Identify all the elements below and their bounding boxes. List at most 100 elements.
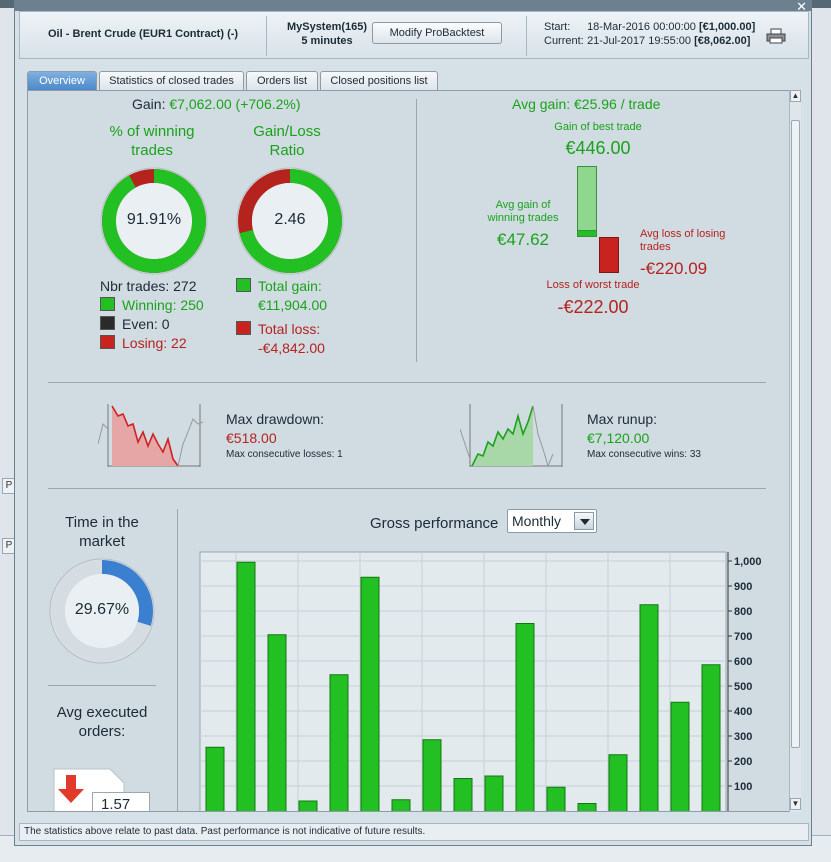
background-right-panel — [812, 8, 831, 862]
vertical-divider — [416, 99, 417, 362]
performance-bar — [453, 778, 473, 811]
vertical-divider — [177, 509, 178, 811]
performance-bar — [670, 701, 690, 811]
drawdown-sparkline — [98, 404, 204, 467]
vertical-scrollbar[interactable]: ▲ ▼ — [789, 90, 801, 812]
y-tick-label: 400 — [734, 706, 752, 718]
total-loss-label: Total loss: — [258, 321, 321, 337]
start-date: 18-Mar-2016 00:00:00 — [587, 21, 696, 33]
performance-bar — [236, 561, 256, 811]
modify-probacktest-button[interactable]: Modify ProBacktest — [372, 22, 502, 44]
performance-bar — [608, 754, 628, 811]
performance-bar — [205, 746, 225, 811]
ratio-value: 2.46 — [274, 211, 306, 228]
ratio-title: Gain/Loss Ratio — [253, 123, 321, 159]
gain-line: Gain: €7,062.00 (+706.2%) — [132, 96, 301, 112]
y-tick-label: 800 — [734, 606, 752, 618]
section-divider — [48, 382, 766, 383]
avg-win-label: Avg gain of winning trades — [487, 199, 559, 224]
current-value: [€8,062.00] — [694, 35, 751, 47]
current-label: Current: — [544, 35, 584, 47]
winning-legend-icon — [100, 297, 115, 311]
best-trade-label: Gain of best trade — [554, 121, 642, 133]
winning-title: % of winning trades — [109, 123, 195, 159]
nbr-trades: Nbr trades: 272 — [100, 278, 197, 294]
even-legend-icon — [100, 316, 115, 330]
divider — [266, 16, 267, 56]
runup-sparkline — [460, 404, 563, 468]
scroll-up-icon[interactable]: ▲ — [790, 90, 801, 102]
printer-icon[interactable] — [766, 28, 786, 44]
y-tick-label: 1,000 — [734, 556, 762, 568]
date-range: Start: 18-Mar-2016 00:00:00 [€1,000.00] … — [544, 20, 755, 48]
tab-closed-positions-list[interactable]: Closed positions list — [320, 71, 438, 91]
avg-win-bar — [577, 230, 597, 237]
losing-count: Losing: 22 — [122, 335, 187, 351]
drawdown-title: Max drawdown: — [226, 411, 325, 427]
performance-bar — [515, 623, 535, 811]
y-tick-label: 600 — [734, 656, 752, 668]
total-loss-icon — [236, 321, 251, 335]
runup-consecutive: Max consecutive wins: 33 — [587, 449, 701, 460]
tab-overview[interactable]: Overview — [27, 71, 97, 91]
performance-bar — [422, 739, 442, 811]
y-tick-label: 900 — [734, 581, 752, 593]
total-gain-label: Total gain: — [258, 278, 322, 294]
scroll-down-icon[interactable]: ▼ — [790, 798, 801, 810]
gain-value: €7,062.00 (+706.2%) — [169, 96, 301, 112]
performance-bar — [546, 786, 566, 811]
winning-percent: 91.91% — [126, 211, 182, 228]
start-label: Start: — [544, 21, 571, 33]
period-selected: Monthly — [512, 513, 562, 529]
disclaimer: The statistics above relate to past data… — [19, 823, 809, 841]
performance-bar — [639, 604, 659, 811]
gross-performance-chart: 100 200 300 400 500 600 700 800 900 1,000 — [199, 551, 762, 811]
total-gain-icon — [236, 278, 251, 292]
title-bar: ✕ — [15, 0, 811, 14]
worst-trade-label: Loss of worst trade — [546, 279, 640, 291]
runup-title: Max runup: — [587, 411, 658, 427]
period-select[interactable]: Monthly — [507, 509, 597, 533]
performance-bar — [577, 803, 597, 811]
y-tick-label: 300 — [734, 731, 752, 743]
performance-bar — [267, 634, 287, 811]
overview-panel: Gain: €7,062.00 (+706.2%) % of winning t… — [27, 90, 801, 812]
total-loss-value: -€4,842.00 — [258, 340, 325, 356]
avg-orders-title: Avg executed orders: — [56, 704, 148, 740]
performance-bar — [391, 799, 411, 811]
best-trade-bar — [577, 166, 597, 237]
timeframe: 5 minutes — [301, 35, 353, 47]
tab-orders-list[interactable]: Orders list — [246, 71, 318, 91]
losing-legend-icon — [100, 335, 115, 349]
tab-statistics-closed-trades[interactable]: Statistics of closed trades — [99, 71, 244, 91]
system-name: MySystem(165) — [286, 21, 368, 33]
backtest-header: Oil - Brent Crude (EUR1 Contract) (-) My… — [19, 11, 809, 59]
drawdown-consecutive: Max consecutive losses: 1 — [226, 449, 343, 460]
avg-loss-value: -€220.09 — [640, 259, 708, 278]
y-tick-label: 700 — [734, 631, 752, 643]
best-trade-value: €446.00 — [565, 138, 631, 158]
time-in-market-value: 29.67% — [74, 601, 130, 618]
instrument-name: Oil - Brent Crude (EUR1 Contract) (-) — [48, 28, 239, 40]
avg-win-value: €47.62 — [497, 230, 549, 249]
system-info: MySystem(165) 5 minutes — [282, 20, 372, 48]
winning-count: Winning: 250 — [122, 297, 204, 313]
drawdown-value: €518.00 — [226, 430, 277, 446]
even-count: Even: 0 — [122, 316, 170, 332]
loss-bar — [599, 237, 619, 273]
performance-bar — [484, 775, 504, 811]
gross-performance-title: Gross performance — [370, 515, 499, 532]
worst-trade-value: -€222.00 — [557, 297, 629, 317]
y-tick-label: 500 — [734, 681, 752, 693]
avg-loss-label: Avg loss of losing trades — [640, 228, 726, 253]
performance-bar — [701, 664, 721, 811]
time-in-market-title: Time in the market — [65, 514, 139, 550]
chevron-down-icon[interactable] — [574, 512, 594, 530]
y-tick-label: 100 — [734, 781, 752, 793]
y-tick-label: 200 — [734, 756, 752, 768]
section-divider — [48, 685, 156, 686]
gain-label: Gain: — [132, 96, 166, 112]
total-gain-value: €11,904.00 — [258, 297, 328, 313]
scroll-thumb[interactable] — [791, 120, 800, 748]
divider — [526, 16, 527, 56]
